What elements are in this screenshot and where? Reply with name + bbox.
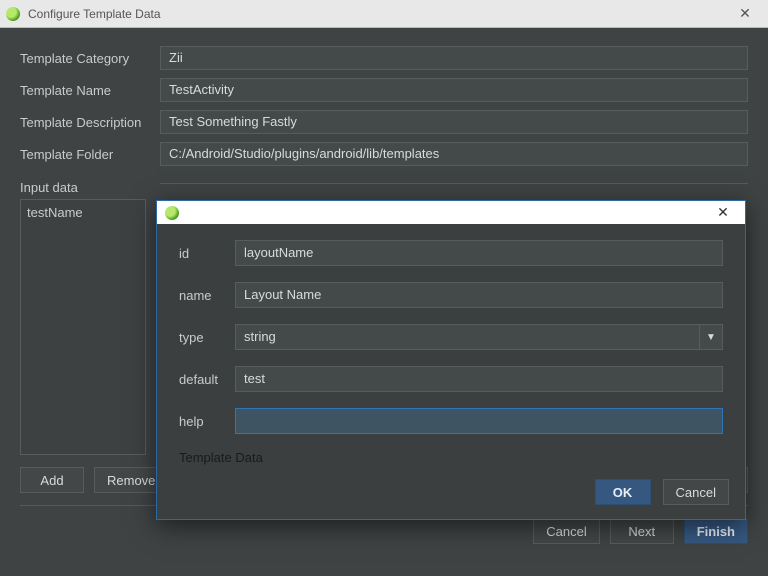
input-data-list[interactable]: testName: [20, 199, 146, 455]
cancel-button[interactable]: Cancel: [533, 518, 599, 544]
window-close-button[interactable]: ✕: [728, 3, 762, 25]
finish-button[interactable]: Finish: [684, 518, 748, 544]
row-type: type ▼: [179, 324, 723, 350]
label-template-name: Template Name: [20, 83, 160, 98]
input-name[interactable]: [235, 282, 723, 308]
row-id: id: [179, 240, 723, 266]
wizard-footer: Cancel Next Finish: [20, 518, 748, 544]
label-template-description: Template Description: [20, 115, 160, 130]
modal-titlebar: ✕: [157, 201, 745, 224]
label-template-folder: Template Folder: [20, 147, 160, 162]
titlebar: Configure Template Data ✕: [0, 0, 768, 28]
row-template-folder: Template Folder: [20, 142, 748, 166]
row-template-category: Template Category: [20, 46, 748, 70]
label-input-data: Input data: [20, 180, 160, 195]
modal-body: id name type ▼ default: [157, 224, 745, 471]
list-item[interactable]: testName: [27, 204, 139, 221]
input-template-description[interactable]: [160, 110, 748, 134]
input-help[interactable]: [235, 408, 723, 434]
row-default: default: [179, 366, 723, 392]
template-data-modal: ✕ id name type ▼: [156, 200, 746, 520]
label-template-category: Template Category: [20, 51, 160, 66]
modal-ok-button[interactable]: OK: [595, 479, 651, 505]
input-id[interactable]: [235, 240, 723, 266]
modal-cancel-button[interactable]: Cancel: [663, 479, 729, 505]
android-studio-logo-icon: [165, 206, 179, 220]
dropdown-icon[interactable]: ▼: [699, 324, 723, 350]
row-template-description: Template Description: [20, 110, 748, 134]
input-template-category[interactable]: [160, 46, 748, 70]
modal-footer: OK Cancel: [157, 471, 745, 519]
window-title: Configure Template Data: [28, 7, 728, 21]
label-type: type: [179, 330, 235, 345]
modal-close-button[interactable]: ✕: [709, 203, 737, 223]
modal-caption: Template Data: [179, 450, 723, 465]
row-help: help: [179, 408, 723, 434]
label-name: name: [179, 288, 235, 303]
row-template-name: Template Name: [20, 78, 748, 102]
add-button[interactable]: Add: [20, 467, 84, 493]
input-template-name[interactable]: [160, 78, 748, 102]
android-studio-logo-icon: [6, 7, 20, 21]
label-id: id: [179, 246, 235, 261]
select-type[interactable]: [235, 324, 699, 350]
next-button[interactable]: Next: [610, 518, 674, 544]
configure-template-window: Configure Template Data ✕ Template Categ…: [0, 0, 768, 576]
input-template-folder[interactable]: [160, 142, 748, 166]
label-default: default: [179, 372, 235, 387]
row-name: name: [179, 282, 723, 308]
input-default[interactable]: [235, 366, 723, 392]
label-help: help: [179, 414, 235, 429]
window-body: Template Category Template Name Template…: [0, 28, 768, 576]
